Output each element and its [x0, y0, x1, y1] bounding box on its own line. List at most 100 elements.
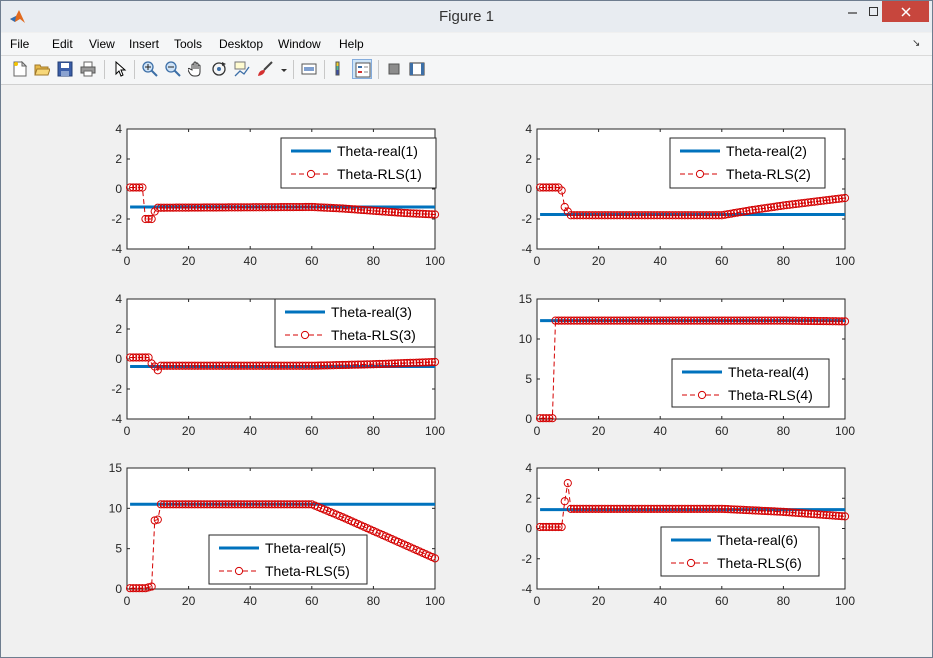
x-tick-label: 40 [244, 594, 258, 608]
brush-dropdown[interactable] [279, 59, 289, 79]
close-icon [900, 6, 911, 17]
legend-marker-rls [695, 169, 705, 179]
subplot-4[interactable]: 0 20 40 60 80 100 0 5 10 15 Theta-real(4) Theta-RLS… [519, 292, 856, 438]
y-tick-label: -4 [521, 242, 532, 256]
subplot-5[interactable]: 0 20 40 60 80 100 0 5 10 15 Theta-real(5) Theta-RLS… [109, 461, 446, 608]
x-tick-label: 80 [777, 424, 791, 438]
link-plot-button[interactable] [299, 59, 319, 79]
legend-label-real: Theta-real(6) [717, 532, 798, 548]
x-tick-label: 40 [654, 254, 668, 268]
brush-icon [258, 61, 273, 76]
toolbar-separator [324, 60, 325, 79]
legend-label-real: Theta-real(1) [337, 143, 418, 159]
menu-desktop[interactable]: Desktop [219, 37, 263, 51]
zoom-in-button[interactable] [140, 59, 160, 79]
y-tick-label: 0 [525, 412, 532, 426]
x-tick-label: 100 [425, 424, 445, 438]
minimize-button[interactable] [839, 1, 866, 22]
y-tick-label: 2 [115, 322, 122, 336]
maximize-icon [869, 6, 878, 16]
zoom-out-button[interactable] [163, 59, 183, 79]
x-tick-label: 20 [182, 254, 196, 268]
y-tick-label: 10 [109, 501, 123, 515]
legend-marker-rls [306, 169, 316, 179]
colorbar-button[interactable] [330, 59, 350, 79]
dock-arrow-icon[interactable]: ↘ [912, 38, 920, 49]
open-file-button[interactable] [32, 59, 52, 79]
legend-label-rls: Theta-RLS(2) [726, 166, 811, 182]
legend-label-rls: Theta-RLS(6) [717, 555, 802, 571]
save-button[interactable] [55, 59, 75, 79]
close-button[interactable] [882, 1, 929, 22]
x-tick-label: 100 [425, 254, 445, 268]
menu-insert[interactable]: Insert [129, 37, 159, 51]
brush-button[interactable] [255, 59, 275, 79]
menu-help[interactable]: Help [339, 37, 364, 51]
y-tick-label: 15 [109, 461, 123, 475]
legend[interactable]: Theta-real(2) Theta-RLS(2) [669, 137, 826, 189]
x-tick-label: 20 [182, 594, 196, 608]
legend-marker-rls [697, 390, 707, 400]
show-plot-tools-button[interactable] [407, 59, 427, 79]
minimize-icon [847, 11, 857, 14]
print-button[interactable] [78, 59, 98, 79]
legend-label-real: Theta-real(5) [265, 540, 346, 556]
title-bar[interactable]: Figure 1 [1, 1, 932, 32]
y-tick-label: 0 [115, 582, 122, 596]
x-tick-label: 80 [777, 254, 791, 268]
subplot-3[interactable]: 0 20 40 60 80 100 -4 -2 0 2 4 Theta-real(3) Theta-RL… [111, 292, 445, 438]
menu-window[interactable]: Window [278, 37, 321, 51]
x-tick-label: 80 [367, 254, 381, 268]
new-figure-button[interactable] [10, 59, 30, 79]
y-tick-label: 2 [115, 152, 122, 166]
hide-plot-tools-button[interactable] [384, 59, 404, 79]
menu-view[interactable]: View [89, 37, 115, 51]
x-tick-label: 60 [305, 424, 319, 438]
y-tick-label: -2 [521, 552, 532, 566]
y-tick-label: 10 [519, 332, 533, 346]
rotate-3d-button[interactable] [209, 59, 229, 79]
x-tick-label: 0 [534, 594, 541, 608]
figure-canvas[interactable]: 0 20 40 60 80 100 -4 -2 0 2 4 Theta-real(1) Theta-RL… [8, 87, 926, 651]
legend[interactable]: Theta-real(1) Theta-RLS(1) [280, 137, 437, 189]
pan-button[interactable] [186, 59, 206, 79]
link-plot-icon [301, 63, 317, 75]
figure-toolbar [1, 56, 932, 85]
legend-marker-rls [300, 330, 310, 340]
legend-button[interactable] [352, 59, 372, 79]
legend-label-real: Theta-real(4) [728, 364, 809, 380]
y-tick-label: 2 [525, 152, 532, 166]
rotate-3d-icon [212, 62, 226, 76]
x-tick-label: 40 [244, 424, 258, 438]
y-tick-label: 15 [519, 292, 533, 306]
menu-file[interactable]: File [10, 37, 29, 51]
x-tick-label: 20 [592, 254, 606, 268]
x-tick-label: 60 [715, 254, 729, 268]
window-title: Figure 1 [438, 8, 495, 25]
maximize-button[interactable] [866, 1, 882, 22]
y-tick-label: -4 [111, 412, 122, 426]
menu-edit[interactable]: Edit [52, 37, 73, 51]
y-tick-label: 0 [115, 182, 122, 196]
legend-label-rls: Theta-RLS(3) [331, 327, 416, 343]
menu-tools[interactable]: Tools [174, 37, 202, 51]
pointer-button[interactable] [110, 59, 130, 79]
legend[interactable]: Theta-real(5) Theta-RLS(5) [208, 534, 368, 585]
legend[interactable]: Theta-real(3) Theta-RLS(3) [274, 298, 436, 348]
y-tick-label: -2 [111, 212, 122, 226]
subplot-1[interactable]: 0 20 40 60 80 100 -4 -2 0 2 4 Theta-real(1) Theta-RL… [111, 122, 445, 268]
x-tick-label: 40 [654, 594, 668, 608]
print-icon [80, 61, 96, 77]
subplot-6[interactable]: 0 20 40 60 80 100 -4 -2 0 2 4 Theta-real(6) Theta-RL… [521, 461, 855, 608]
pan-icon [188, 61, 201, 77]
x-tick-label: 0 [124, 254, 131, 268]
x-tick-label: 20 [182, 424, 196, 438]
x-tick-label: 100 [835, 254, 855, 268]
data-cursor-button[interactable] [232, 59, 252, 79]
toolbar-separator [293, 60, 294, 79]
legend[interactable]: Theta-real(6) Theta-RLS(6) [660, 526, 820, 577]
menu-bar: File Edit View Insert Tools Desktop Wind… [1, 33, 932, 56]
subplot-2[interactable]: 0 20 40 60 80 100 -4 -2 0 2 4 Theta-real(2) Theta-RL… [521, 122, 855, 268]
y-tick-label: 0 [115, 352, 122, 366]
legend[interactable]: Theta-real(4) Theta-RLS(4) [671, 358, 830, 408]
